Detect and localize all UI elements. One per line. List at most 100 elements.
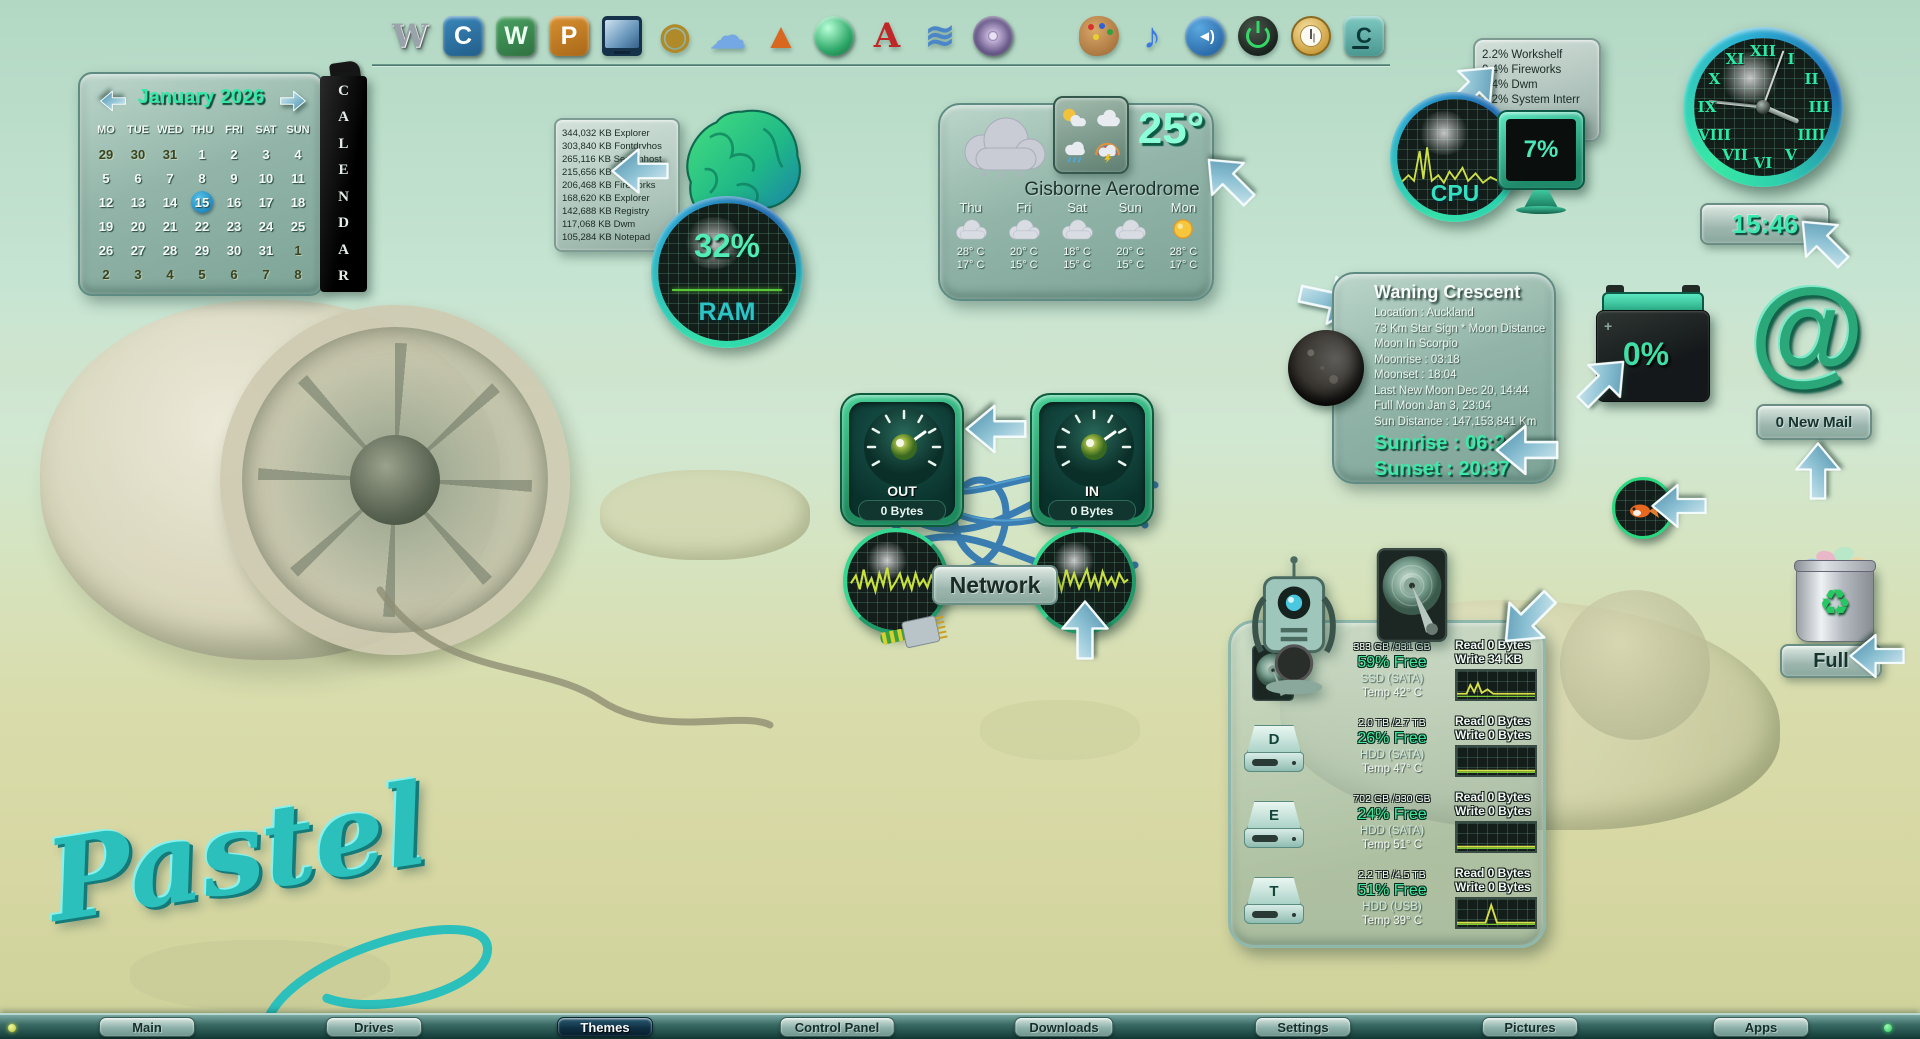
calendar-day[interactable]: 24 [255,215,277,237]
weather-day-low: 17° C [1157,259,1210,272]
cloud-download-icon[interactable]: ☁ [708,16,748,56]
network-in-gauge[interactable]: IN 0 Bytes [1030,393,1154,527]
recycle-arrow-icon[interactable] [1846,628,1908,684]
calendar-day[interactable]: 20 [127,215,149,237]
drive-slot [1244,828,1304,848]
network-out-label: OUT [842,483,962,499]
green-orb-icon[interactable] [814,16,854,56]
taskbar-button-control-panel[interactable]: Control Panel [780,1017,895,1037]
calendar-day[interactable]: 12 [95,191,117,213]
paint-palette-icon[interactable] [1079,16,1119,56]
windows-icon[interactable] [1026,16,1066,56]
volume-icon[interactable]: ◄) [1185,16,1225,56]
calendar-day[interactable]: 1 [191,143,213,165]
calendar-day[interactable]: 10 [255,167,277,189]
vlc-cone-icon[interactable]: ▲ [761,16,801,56]
paintshop-icon[interactable]: P [549,16,589,56]
network-arrow-up-icon[interactable] [1055,597,1115,663]
calendar-day-header: FRI [225,124,243,136]
calendar-day[interactable]: 8 [191,167,213,189]
music-note-icon[interactable]: ♪ [1132,16,1172,56]
film-reel-icon[interactable]: ◉ [655,16,695,56]
calendar-day[interactable]: 4 [287,143,309,165]
calendar-day[interactable]: 5 [95,167,117,189]
calendar-day[interactable]: 21 [159,215,181,237]
disk-read: Read 0 Bytes [1455,715,1541,729]
cpu-monitor[interactable]: 7% [1497,110,1585,190]
corel-icon[interactable]: C [443,16,483,56]
calendar-day[interactable]: 28 [159,239,181,261]
calendar-day[interactable]: 26 [95,239,117,261]
analog-clock[interactable]: XIIIIIIIIIIIIVVIVIIVIIIIXXXI [1683,27,1843,187]
calendar-day[interactable]: 31 [159,143,181,165]
calendar-day[interactable]: 2 [95,263,117,285]
disk-io: Read 0 BytesWrite 0 Bytes [1455,791,1541,853]
winamp-icon[interactable]: W [390,16,430,56]
drive-icon-e[interactable]: E [1247,801,1301,849]
green-w-icon[interactable]: W [496,16,536,56]
drive-icon-t[interactable]: T [1247,877,1301,925]
moon-arrow-right-icon[interactable] [1492,418,1562,482]
disk-temp: Temp 39° C [1331,915,1453,927]
disk-row-t[interactable]: T2.2 TB /4.5 TB51% FreeHDD (USB)Temp 39°… [1231,865,1543,941]
fish-arrow-icon[interactable] [1648,478,1710,534]
calendar-day[interactable]: 11 [287,167,309,189]
calendar-next-month-arrow-icon[interactable] [278,88,308,114]
calendar-day[interactable]: 7 [255,263,277,285]
calendar-day[interactable]: 5 [191,263,213,285]
network-out-gauge[interactable]: OUT 0 Bytes [840,393,964,527]
calendar-day[interactable]: 29 [95,143,117,165]
calendar-day[interactable]: 6 [223,263,245,285]
taskbar-button-apps[interactable]: Apps [1713,1017,1809,1037]
disk-row-d[interactable]: D2.0 TB /2.7 TB26% FreeHDD (SATA)Temp 47… [1231,713,1543,789]
calendar-day[interactable]: 3 [255,143,277,165]
network-arrow-left-icon[interactable] [962,398,1030,460]
monitor-icon[interactable] [602,16,642,56]
calendar-day[interactable]: 1 [287,239,309,261]
taskbar-button-main[interactable]: Main [99,1017,195,1037]
taskbar-button-pictures[interactable]: Pictures [1482,1017,1578,1037]
calendar-day[interactable]: 30 [223,239,245,261]
calendar-day[interactable]: 9 [223,167,245,189]
calendar-day[interactable]: 8 [287,263,309,285]
power-icon[interactable] [1238,16,1278,56]
calendar-day[interactable]: 31 [255,239,277,261]
calendar-today[interactable]: 15 [191,191,213,213]
ram-arrow-icon[interactable] [608,142,672,200]
calendar-day[interactable]: 7 [159,167,181,189]
calendar-day[interactable]: 29 [191,239,213,261]
adobe-reader-icon[interactable]: A [867,16,907,56]
calendar-day[interactable]: 16 [223,191,245,213]
calendar-day[interactable]: 18 [287,191,309,213]
calendar-day[interactable]: 25 [287,215,309,237]
mail-at-icon[interactable]: @ [1742,272,1872,390]
calendar-tab[interactable]: CALENDAR [320,76,367,292]
calendar-day[interactable]: 19 [95,215,117,237]
drive-icon-d[interactable]: D [1247,725,1301,773]
calendar-day[interactable]: 13 [127,191,149,213]
ram-gauge[interactable]: 32% RAM [651,196,803,348]
calendar-day[interactable]: 14 [159,191,181,213]
calendar-day[interactable]: 3 [127,263,149,285]
calendar-day[interactable]: 2 [223,143,245,165]
taskbar-button-themes[interactable]: Themes [557,1017,653,1037]
taskbar-button-drives[interactable]: Drives [326,1017,422,1037]
network-title: Network [932,565,1058,605]
taskbar-button-downloads[interactable]: Downloads [1014,1017,1113,1037]
calendar-day[interactable]: 27 [127,239,149,261]
calendar-day[interactable]: 23 [223,215,245,237]
dvd-disc-icon[interactable] [973,16,1013,56]
calendar-day[interactable]: 6 [127,167,149,189]
calendar-day[interactable]: 17 [255,191,277,213]
calendar-day[interactable]: 4 [159,263,181,285]
alarm-clock-icon[interactable] [1291,16,1331,56]
taskbar-button-settings[interactable]: Settings [1255,1017,1351,1037]
calendar-widget[interactable]: January 2026 MOTUEWEDTHUFRISATSUN2930311… [78,72,324,296]
wave-shelf-icon[interactable]: ≋ [920,16,960,56]
c-drive-icon[interactable]: C [1344,16,1384,56]
calendar-day[interactable]: 22 [191,215,213,237]
mail-arrow-icon[interactable] [1789,439,1847,503]
disk-row-e[interactable]: E702 GB /930 GB24% FreeHDD (SATA)Temp 51… [1231,789,1543,865]
weather-icons-panel[interactable] [1053,96,1129,174]
calendar-day[interactable]: 30 [127,143,149,165]
